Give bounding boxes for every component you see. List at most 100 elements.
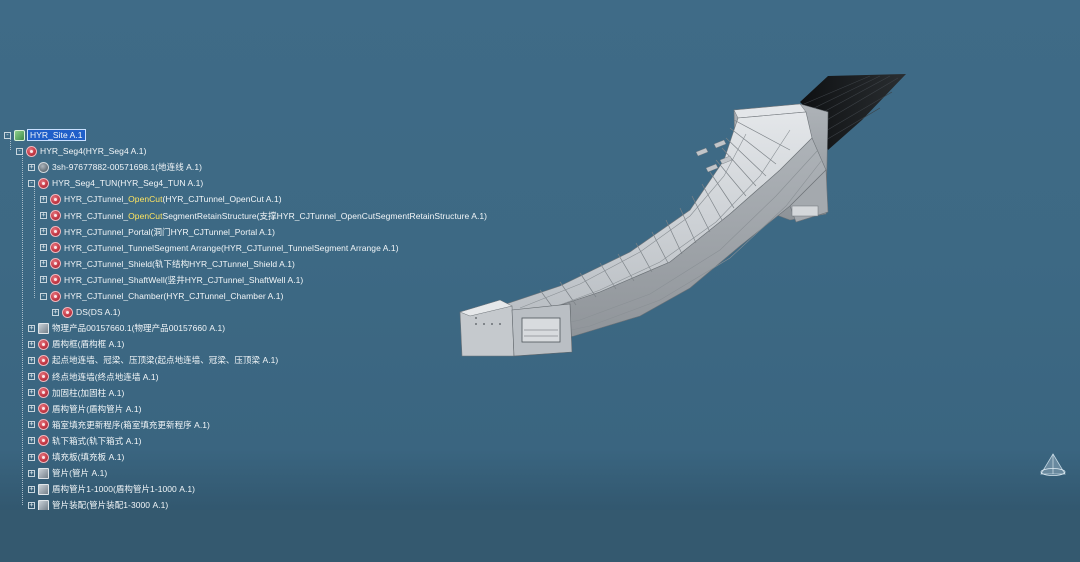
label-highlight: OpenCut	[128, 194, 163, 205]
tree-node-label[interactable]: HYR_Seg4(HYR_Seg4 A.1)	[40, 146, 146, 156]
expand-toggle-icon[interactable]: +	[40, 244, 47, 252]
tree-node-label[interactable]: 管片(管片 A.1)	[52, 467, 107, 479]
collapse-toggle-icon[interactable]: -	[16, 147, 23, 155]
expand-toggle-icon[interactable]: +	[28, 163, 35, 171]
expand-toggle-icon[interactable]: +	[28, 324, 35, 332]
tree-connector-line	[22, 153, 23, 505]
tree-node-label[interactable]: HYR_Seg4_TUN(HYR_Seg4_TUN A.1)	[52, 178, 203, 188]
3d-viewport[interactable]: - HYR_Site A.1- HYR_Seg4(HYR_Seg4 A.1) +3sh…	[0, 0, 1080, 511]
collapse-toggle-icon[interactable]: -	[28, 179, 35, 187]
tree-node-label[interactable]: 填充板(填充板 A.1)	[52, 451, 124, 463]
red-part-icon	[50, 274, 61, 286]
red-part-icon	[38, 451, 49, 463]
right-end-plate	[791, 205, 819, 217]
red-part-icon	[62, 306, 73, 318]
tree-node[interactable]: + 轨下箱式(轨下箱式 A.1)	[28, 434, 141, 448]
expand-toggle-icon[interactable]: +	[52, 308, 59, 316]
collapse-toggle-icon[interactable]: -	[4, 131, 11, 139]
tree-node[interactable]: + 加固柱(加固柱 A.1)	[28, 386, 124, 400]
red-part-icon	[38, 338, 49, 350]
specification-tree[interactable]: - HYR_Site A.1- HYR_Seg4(HYR_Seg4 A.1) +3sh…	[0, 0, 520, 511]
expand-toggle-icon[interactable]: +	[28, 453, 35, 461]
expand-toggle-icon[interactable]: +	[28, 469, 35, 477]
expand-toggle-icon[interactable]: +	[40, 195, 47, 203]
tree-node-label[interactable]: 盾构框(盾构框 A.1)	[52, 338, 124, 350]
tree-node[interactable]: + HYR_CJTunnel_Shield(轨下结构HYR_CJTunnel_Sh…	[40, 257, 295, 271]
tree-node-label[interactable]: 箱室填充更新程序(箱室填充更新程序 A.1)	[52, 419, 210, 431]
red-part-icon	[38, 387, 49, 399]
tree-node[interactable]: - HYR_Seg4(HYR_Seg4 A.1)	[16, 144, 146, 158]
label-highlight: OpenCut	[128, 210, 163, 221]
tree-node[interactable]: - HYR_Seg4_TUN(HYR_Seg4_TUN A.1)	[28, 176, 203, 190]
tree-node-label[interactable]: HYR_Site A.1	[27, 129, 86, 141]
box-icon	[38, 467, 49, 479]
expand-toggle-icon[interactable]: +	[28, 389, 35, 397]
tree-connector-line	[34, 185, 35, 298]
expand-toggle-icon[interactable]: +	[28, 421, 35, 429]
tree-node-label[interactable]: HYR_CJTunnel_TunnelSegment Arrange(HYR_C…	[64, 243, 399, 253]
red-part-icon	[50, 193, 61, 205]
tree-node[interactable]: + HYR_CJTunnel_OpenCut(HYR_CJTunnel_OpenC…	[40, 192, 282, 206]
tree-node[interactable]: + HYR_CJTunnel_TunnelSegment Arrange(HYR_…	[40, 241, 399, 255]
tree-node-label[interactable]: 起点地连墙、冠梁、压顶梁(起点地连墙、冠梁、压顶梁 A.1)	[52, 354, 278, 366]
tree-node-label[interactable]: HYR_CJTunnel_OpenCutSegmentRetainStructu…	[64, 210, 487, 222]
tree-node-label[interactable]: HYR_CJTunnel_Shield(轨下结构HYR_CJTunnel_Shi…	[64, 258, 295, 270]
box-icon	[38, 483, 49, 495]
collapse-toggle-icon[interactable]: -	[40, 292, 47, 300]
label-prefix: HYR_CJTunnel_	[64, 210, 129, 221]
expand-toggle-icon[interactable]: +	[28, 373, 35, 380]
tree-node[interactable]: + 盾构管片1-1000(盾构管片1-1000 A.1)	[28, 482, 195, 496]
tree-node[interactable]: + 盾构管片(盾构管片 A.1)	[28, 402, 141, 416]
site-icon	[14, 129, 25, 141]
tree-node[interactable]: - HYR_CJTunnel_Chamber(HYR_CJTunnel_Chamb…	[40, 289, 283, 303]
tree-node-label[interactable]: 物理产品00157660.1(物理产品00157660 A.1)	[52, 322, 225, 334]
red-part-icon	[38, 403, 49, 415]
tree-node-label[interactable]: HYR_CJTunnel_Chamber(HYR_CJTunnel_Chambe…	[64, 291, 283, 301]
expand-toggle-icon[interactable]: +	[28, 356, 35, 364]
expand-toggle-icon[interactable]: +	[28, 340, 35, 348]
expand-toggle-icon[interactable]: +	[40, 228, 47, 236]
tree-node[interactable]: + 管片(管片 A.1)	[28, 466, 107, 480]
tree-node[interactable]: + 起点地连墙、冠梁、压顶梁(起点地连墙、冠梁、压顶梁 A.1)	[28, 353, 278, 367]
tree-node-label[interactable]: 3sh-97677882-00571698.1(地连线 A.1)	[52, 161, 202, 173]
tree-node-label[interactable]: 盾构管片1-1000(盾构管片1-1000 A.1)	[52, 483, 195, 495]
tree-node[interactable]: + HYR_CJTunnel_ShaftWell(竖井HYR_CJTunnel_S…	[40, 273, 303, 287]
tree-node[interactable]: + 物理产品00157660.1(物理产品00157660 A.1)	[28, 321, 225, 335]
tree-node[interactable]: + 填充板(填充板 A.1)	[28, 450, 124, 464]
expand-toggle-icon[interactable]: +	[40, 276, 47, 284]
red-part-icon	[50, 242, 61, 254]
tree-node[interactable]: +3sh-97677882-00571698.1(地连线 A.1)	[28, 160, 202, 174]
red-part-icon	[50, 226, 61, 238]
red-part-icon	[38, 354, 49, 366]
tree-node-label[interactable]: 加固柱(加固柱 A.1)	[52, 387, 124, 399]
tree-node-label[interactable]: HYR_CJTunnel_ShaftWell(竖井HYR_CJTunnel_Sh…	[64, 274, 303, 286]
tree-node-label[interactable]: 终点地连墙(终点地连墙 A.1)	[52, 371, 159, 383]
tree-node-label[interactable]: HYR_CJTunnel_Portal(洞门HYR_CJTunnel_Porta…	[64, 226, 275, 238]
tree-node[interactable]: + 盾构框(盾构框 A.1)	[28, 337, 124, 351]
red-part-icon	[38, 435, 49, 447]
tree-node-label[interactable]: HYR_CJTunnel_OpenCut(HYR_CJTunnel_OpenCu…	[64, 194, 282, 204]
expand-toggle-icon[interactable]: +	[28, 405, 35, 413]
red-part-icon	[50, 210, 61, 221]
tree-node[interactable]: + HYR_CJTunnel_Portal(洞门HYR_CJTunnel_Port…	[40, 225, 275, 239]
label-suffix: SegmentRetainStructure(支撑HYR_CJTunnel_Op…	[162, 210, 488, 221]
red-part-icon	[38, 177, 49, 189]
tree-node-label[interactable]: 盾构管片(盾构管片 A.1)	[52, 403, 141, 415]
red-part-icon	[50, 258, 61, 270]
tree-node[interactable]: + 终点地连墙(终点地连墙 A.1)	[28, 370, 159, 384]
tree-node-label[interactable]: DS(DS A.1)	[76, 307, 120, 317]
expand-toggle-icon[interactable]: +	[40, 260, 47, 268]
tree-node-label[interactable]: 轨下箱式(轨下箱式 A.1)	[52, 435, 141, 447]
tree-node[interactable]: - HYR_Site A.1	[4, 128, 86, 142]
status-band	[0, 510, 1080, 562]
expand-toggle-icon[interactable]: +	[28, 501, 35, 509]
expand-toggle-icon[interactable]: +	[40, 212, 47, 219]
tree-node[interactable]: + DS(DS A.1)	[52, 305, 120, 319]
expand-toggle-icon[interactable]: +	[28, 437, 35, 445]
box-icon	[38, 322, 49, 334]
expand-toggle-icon[interactable]: +	[28, 485, 35, 493]
tree-node[interactable]: + HYR_CJTunnel_OpenCutSegmentRetainStruct…	[40, 209, 487, 223]
tree-node[interactable]: + 箱室填充更新程序(箱室填充更新程序 A.1)	[28, 418, 210, 432]
compass-icon[interactable]	[1038, 452, 1068, 478]
red-part-icon	[38, 419, 49, 431]
